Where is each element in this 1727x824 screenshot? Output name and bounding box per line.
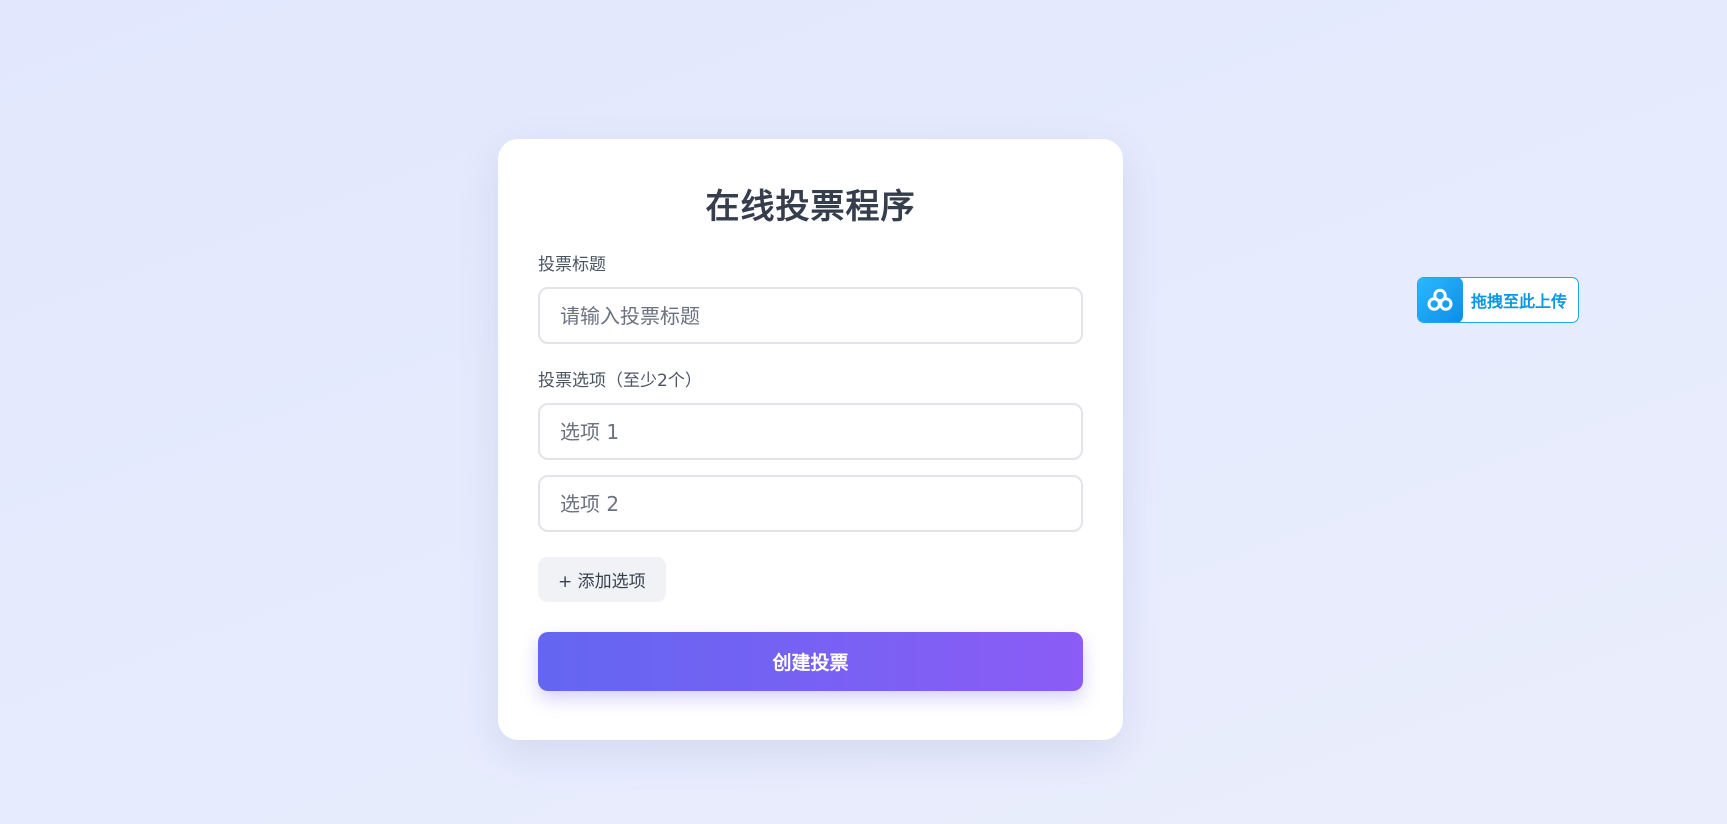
option-input-2[interactable] — [538, 475, 1083, 532]
drag-upload-widget[interactable]: 拖拽至此上传 — [1417, 277, 1579, 323]
vote-options-list — [538, 403, 1083, 532]
vote-title-input[interactable] — [538, 287, 1083, 344]
option-input-1[interactable] — [538, 403, 1083, 460]
create-vote-button[interactable]: 创建投票 — [538, 632, 1083, 691]
vote-options-label: 投票选项（至少2个） — [538, 371, 702, 391]
page-title: 在线投票程序 — [705, 187, 916, 227]
cloud-upload-icon — [1418, 278, 1463, 322]
add-option-button[interactable]: + 添加选项 — [538, 557, 666, 602]
upload-widget-label: 拖拽至此上传 — [1471, 292, 1568, 311]
vote-title-label: 投票标题 — [538, 255, 606, 275]
vote-form-card: 在线投票程序 投票标题 投票选项（至少2个） + 添加选项 创建投票 — [498, 139, 1123, 740]
